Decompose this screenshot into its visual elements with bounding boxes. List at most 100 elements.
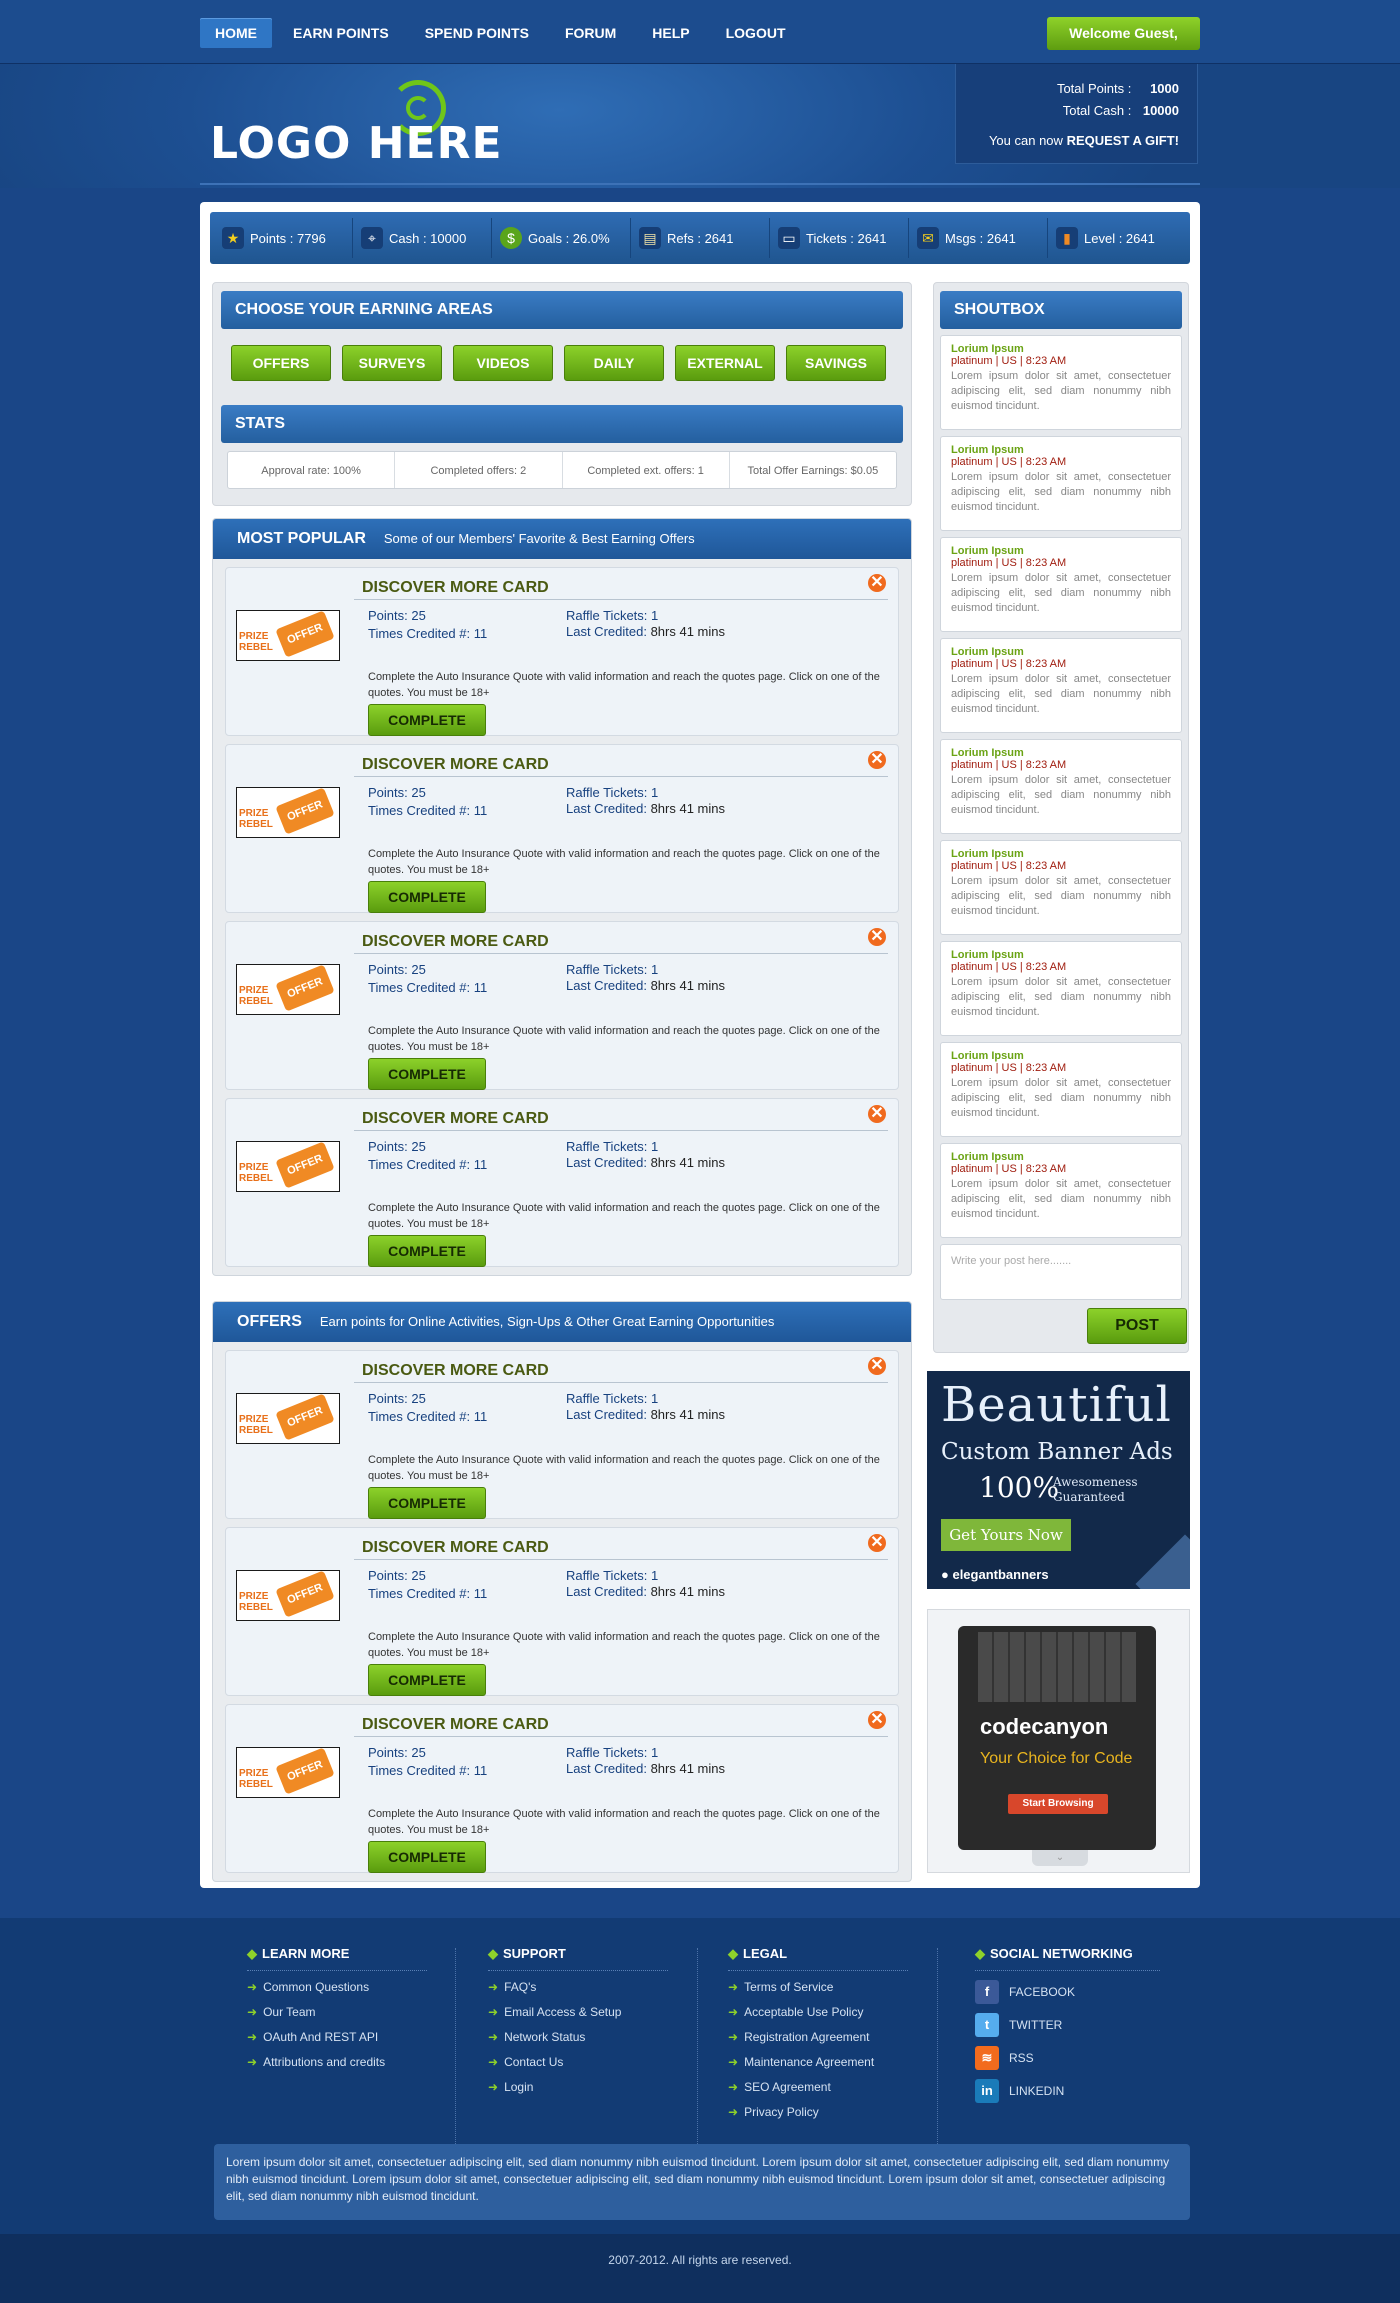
stat-msgs[interactable]: ✉ Msgs : 2641 — [909, 218, 1048, 258]
start-browsing-button[interactable]: Start Browsing — [1008, 1794, 1108, 1814]
close-icon[interactable]: ✕ — [868, 1357, 886, 1375]
close-icon[interactable]: ✕ — [868, 1711, 886, 1729]
footer-link[interactable]: ➜ FAQ's — [488, 1980, 668, 1996]
close-icon[interactable]: ✕ — [868, 751, 886, 769]
stat-cash[interactable]: ⌖ Cash : 10000 — [353, 218, 492, 258]
daily-button[interactable]: DAILY — [564, 345, 664, 381]
banner-ad-codecanyon[interactable]: codecanyon Your Choice for Code Start Br… — [927, 1609, 1190, 1873]
footer-link[interactable]: ➜ Attributions and credits — [247, 2055, 427, 2071]
prize-rebel-text: PRIZE REBEL — [239, 1591, 273, 1613]
nav-logout[interactable]: LOGOUT — [711, 18, 801, 48]
savings-button[interactable]: SAVINGS — [786, 345, 886, 381]
shout-author[interactable]: Lorium Ipsum — [951, 343, 1171, 355]
offer-title[interactable]: DISCOVER MORE CARD — [354, 1359, 888, 1383]
offer-image[interactable]: PRIZE REBEL OFFER — [236, 1747, 340, 1798]
complete-button[interactable]: COMPLETE — [368, 881, 486, 913]
offers-button[interactable]: OFFERS — [231, 345, 331, 381]
external-button[interactable]: EXTERNAL — [675, 345, 775, 381]
shout-message: Lorium Ipsum platinum | US | 8:23 AM Lorem… — [940, 840, 1182, 935]
footer-link-text: Common Questions — [263, 1980, 370, 1994]
footer-link[interactable]: ➜ Registration Agreement — [728, 2030, 908, 2046]
offer-image[interactable]: PRIZE REBEL OFFER — [236, 1393, 340, 1444]
offer-image[interactable]: PRIZE REBEL OFFER — [236, 1141, 340, 1192]
shout-author[interactable]: Lorium Ipsum — [951, 646, 1171, 658]
shout-author[interactable]: Lorium Ipsum — [951, 444, 1171, 456]
stat-refs[interactable]: ▤ Refs : 2641 — [631, 218, 770, 258]
offer-title[interactable]: DISCOVER MORE CARD — [354, 576, 888, 600]
banner-ad-elegantbanners[interactable]: Beautiful Custom Banner Ads 100% Awesome… — [927, 1371, 1190, 1589]
close-icon[interactable]: ✕ — [868, 1105, 886, 1123]
nav-home[interactable]: HOME — [200, 18, 272, 48]
shout-author[interactable]: Lorium Ipsum — [951, 545, 1171, 557]
complete-button[interactable]: COMPLETE — [368, 704, 486, 736]
footer-link[interactable]: ➜ OAuth And REST API — [247, 2030, 427, 2046]
social-link-linkedin[interactable]: in LINKEDIN — [975, 2079, 1160, 2103]
videos-button[interactable]: VIDEOS — [453, 345, 553, 381]
close-icon[interactable]: ✕ — [868, 928, 886, 946]
nav-help[interactable]: HELP — [637, 18, 704, 48]
shout-author[interactable]: Lorium Ipsum — [951, 1151, 1171, 1163]
offer-times-credited: Times Credited #: 11 — [368, 1409, 488, 1424]
footer-link[interactable]: ➜ Contact Us — [488, 2055, 668, 2071]
close-icon[interactable]: ✕ — [868, 574, 886, 592]
post-button[interactable]: POST — [1087, 1308, 1187, 1344]
complete-button[interactable]: COMPLETE — [368, 1487, 486, 1519]
footer-link[interactable]: ➜ Login — [488, 2080, 668, 2096]
rebel-label: REBEL — [239, 1602, 273, 1613]
offer-image[interactable]: PRIZE REBEL OFFER — [236, 610, 340, 661]
footer-divider — [937, 1948, 938, 2148]
complete-button[interactable]: COMPLETE — [368, 1841, 486, 1873]
request-gift-link[interactable]: REQUEST A GIFT! — [1067, 130, 1179, 152]
prize-label: PRIZE — [239, 985, 269, 996]
social-link-twitter[interactable]: t TWITTER — [975, 2013, 1160, 2037]
shoutbox-input[interactable]: Write your post here....... — [940, 1244, 1182, 1300]
social-link-rss[interactable]: ≋ RSS — [975, 2046, 1160, 2070]
footer-link[interactable]: ➜ Common Questions — [247, 1980, 427, 1996]
close-icon[interactable]: ✕ — [868, 1534, 886, 1552]
shout-author[interactable]: Lorium Ipsum — [951, 1050, 1171, 1062]
offer-image[interactable]: PRIZE REBEL OFFER — [236, 1570, 340, 1621]
footer-link[interactable]: ➜ Our Team — [247, 2005, 427, 2021]
stat-goals[interactable]: $ Goals : 26.0% — [492, 218, 631, 258]
footer-link[interactable]: ➜ Maintenance Agreement — [728, 2055, 908, 2071]
offer-last-credited: Last Credited: 8hrs 41 mins — [566, 801, 725, 816]
social-link-facebook[interactable]: f FACEBOOK — [975, 1980, 1160, 2004]
complete-button[interactable]: COMPLETE — [368, 1058, 486, 1090]
shout-author[interactable]: Lorium Ipsum — [951, 848, 1171, 860]
shout-author[interactable]: Lorium Ipsum — [951, 747, 1171, 759]
complete-button[interactable]: COMPLETE — [368, 1664, 486, 1696]
surveys-button[interactable]: SURVEYS — [342, 345, 442, 381]
footer-link[interactable]: ➜ SEO Agreement — [728, 2080, 908, 2096]
footer-link[interactable]: ➜ Network Status — [488, 2030, 668, 2046]
ad-percent: 100% — [979, 1471, 1060, 1504]
offer-cards: PRIZE REBEL OFFER DISCOVER MORE CARD ✕ Points… — [213, 1350, 911, 1873]
stat-points[interactable]: ★ Points : 7796 — [214, 218, 353, 258]
nav-earn-points[interactable]: EARN POINTS — [278, 18, 404, 48]
footer-link[interactable]: ➜ Email Access & Setup — [488, 2005, 668, 2021]
stat-cash-text: Cash : 10000 — [389, 230, 467, 246]
offer-title[interactable]: DISCOVER MORE CARD — [354, 753, 888, 777]
footer-link[interactable]: ➜ Privacy Policy — [728, 2105, 908, 2121]
offer-title[interactable]: DISCOVER MORE CARD — [354, 1713, 888, 1737]
main-nav: HOME EARN POINTS SPEND POINTS FORUM HELP… — [200, 18, 801, 48]
legal-title-text: LEGAL — [743, 1946, 788, 1961]
nav-forum[interactable]: FORUM — [550, 18, 631, 48]
get-yours-now-button[interactable]: Get Yours Now — [941, 1519, 1071, 1551]
stat-tickets[interactable]: ▭ Tickets : 2641 — [770, 218, 909, 258]
offer-title[interactable]: DISCOVER MORE CARD — [354, 930, 888, 954]
footer-link[interactable]: ➜ Acceptable Use Policy — [728, 2005, 908, 2021]
chevron-down-icon[interactable]: ⌄ — [1032, 1850, 1088, 1866]
shout-author[interactable]: Lorium Ipsum — [951, 949, 1171, 961]
offer-image[interactable]: PRIZE REBEL OFFER — [236, 787, 340, 838]
arrow-icon: ➜ — [488, 2005, 499, 2019]
complete-button[interactable]: COMPLETE — [368, 1235, 486, 1267]
welcome-button[interactable]: Welcome Guest, — [1047, 17, 1200, 50]
footer-link[interactable]: ➜ Terms of Service — [728, 1980, 908, 1996]
offer-title[interactable]: DISCOVER MORE CARD — [354, 1536, 888, 1560]
offer-title[interactable]: DISCOVER MORE CARD — [354, 1107, 888, 1131]
stat-level[interactable]: ▮ Level : 2641 — [1048, 218, 1186, 258]
nav-spend-points[interactable]: SPEND POINTS — [410, 18, 544, 48]
offer-description: Complete the Auto Insurance Quote with v… — [368, 848, 880, 876]
stat-completed-ext-offers: Completed ext. offers: 1 — [563, 452, 730, 488]
offer-image[interactable]: PRIZE REBEL OFFER — [236, 964, 340, 1015]
